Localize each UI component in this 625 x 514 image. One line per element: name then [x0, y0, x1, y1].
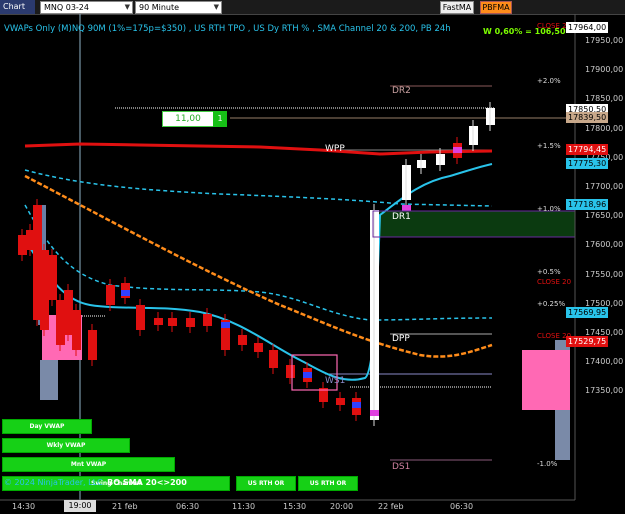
- marker: [303, 372, 312, 378]
- candles: [18, 102, 495, 426]
- percent-label: +0.25%: [537, 300, 566, 308]
- ds1-label: DS1: [392, 462, 411, 472]
- time-tick: 14:30: [12, 502, 36, 511]
- price-tick: 17700,00: [585, 182, 624, 191]
- price-tick: 17800,00: [585, 123, 624, 133]
- price-tag: 17964,00: [566, 22, 609, 33]
- day-vwap-button[interactable]: Day VWAP: [2, 419, 92, 434]
- volume-profile-right: [522, 340, 570, 460]
- wpp-label: WPP: [325, 144, 345, 154]
- marker: [221, 322, 230, 328]
- dr2-label: DR2: [392, 86, 411, 96]
- marker: [370, 410, 379, 416]
- copyright-text: © 2024 NinjaTrader, LLC BO SMA 20<>200: [4, 478, 187, 487]
- copyright-label: © 2024 NinjaTrader, LLC: [4, 478, 103, 487]
- price-tag: 17718,96: [566, 199, 609, 210]
- price-tag: 17529,75: [566, 336, 609, 347]
- quantity-stepper[interactable]: 1: [213, 111, 227, 127]
- price-tick: 17600,00: [585, 240, 624, 250]
- time-tick: 06:30: [450, 502, 474, 511]
- price-chart[interactable]: [0, 0, 625, 514]
- time-cursor-label: 19:00: [64, 500, 96, 512]
- price-tag: 17775,30: [566, 158, 609, 169]
- vwap-band-upper: [24, 169, 493, 207]
- mnt-vwap-button[interactable]: Mnt VWAP: [2, 457, 175, 472]
- dr1-label: DR1: [392, 212, 411, 222]
- price-tag: 17839,50: [566, 112, 609, 123]
- marker: [402, 205, 411, 211]
- dpp-label: DPP: [392, 334, 410, 344]
- time-tick: 22 feb: [378, 502, 404, 511]
- price-tick: 17650,00: [585, 211, 624, 221]
- price-tick: 17950,00: [585, 36, 624, 45]
- time-tick: 06:30: [176, 502, 200, 511]
- percent-label: +2.0%: [537, 77, 561, 85]
- time-tick: 20:00: [330, 502, 354, 511]
- wkly-vwap-button[interactable]: Wkly VWAP: [2, 438, 130, 453]
- marker: [121, 290, 130, 296]
- percent-label: -1.0%: [537, 460, 558, 468]
- time-tick: 15:30: [283, 502, 307, 511]
- percent-label: +0.5%: [537, 268, 561, 276]
- sma-orange-line: [24, 174, 493, 358]
- price-tick: 17850,00: [585, 94, 624, 104]
- time-tick: 11:30: [232, 502, 256, 511]
- us-rth-or-button-2[interactable]: US RTH OR: [298, 476, 358, 491]
- price-tick: 17900,00: [585, 65, 624, 75]
- price-tick: 17350,00: [585, 386, 624, 396]
- sma-label: BO SMA 20<>200: [107, 478, 187, 487]
- price-tick: 17400,00: [585, 357, 624, 367]
- ws1-label: WS1: [325, 376, 346, 386]
- marker: [453, 147, 462, 153]
- price-tick: 17550,00: [585, 269, 624, 279]
- marker: [352, 402, 361, 408]
- percent-label: CLOSE 20: [537, 278, 572, 286]
- time-tick: 21 feb: [112, 502, 138, 511]
- us-rth-or-button[interactable]: US RTH OR: [236, 476, 296, 491]
- price-tag: 17794,45: [566, 144, 609, 155]
- price-tag: 17569,95: [566, 307, 609, 318]
- sma200-line: [24, 142, 493, 156]
- quantity-input[interactable]: 11,00: [162, 111, 214, 127]
- percent-label: +1.0%: [537, 205, 561, 213]
- chart-title: VWAPs Only (M)NQ 90M (1%=175p=$350) , US…: [4, 24, 451, 34]
- percent-label: +1.5%: [537, 142, 561, 150]
